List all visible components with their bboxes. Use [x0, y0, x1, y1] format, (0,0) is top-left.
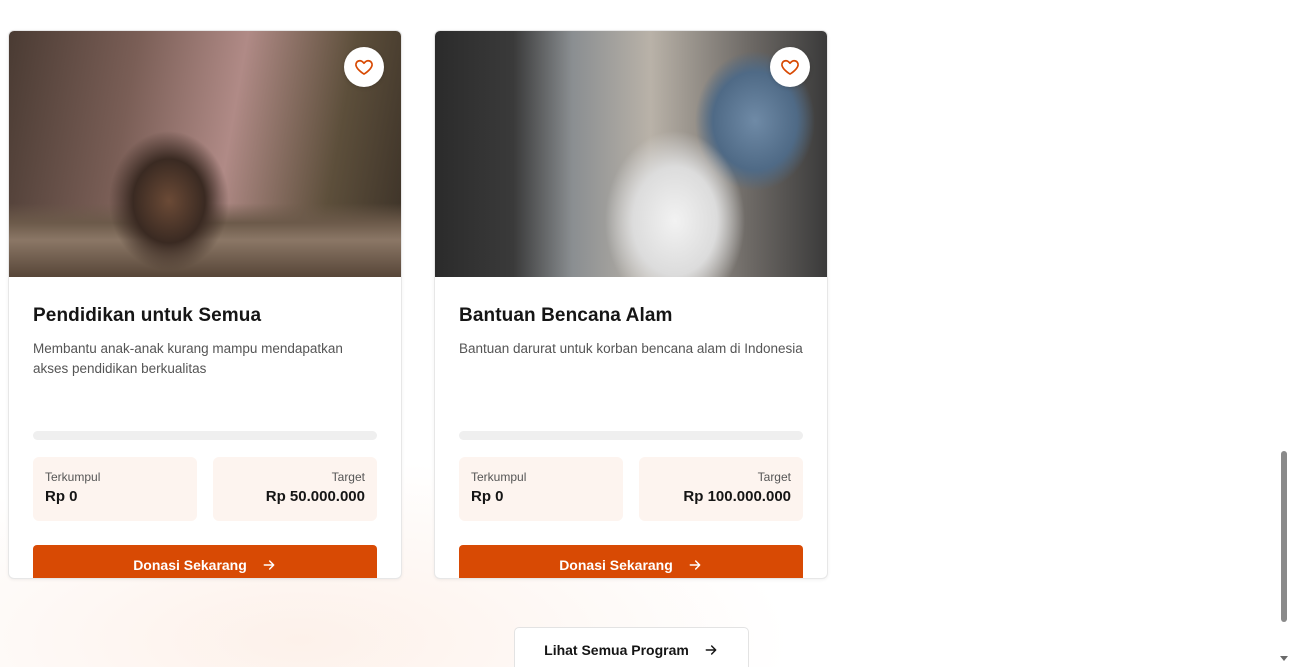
target-label: Target	[757, 470, 791, 484]
view-all-label: Lihat Semua Program	[544, 642, 689, 658]
favorite-button[interactable]	[344, 47, 384, 87]
target-box: Target Rp 50.000.000	[213, 457, 377, 521]
collected-label: Terkumpul	[471, 470, 527, 484]
collected-value: Rp 0	[45, 488, 78, 505]
heart-icon	[781, 59, 799, 75]
program-card: Bantuan Bencana Alam Bantuan darurat unt…	[434, 30, 828, 579]
program-card: Pendidikan untuk Semua Membantu anak-ana…	[8, 30, 402, 579]
program-image	[435, 31, 827, 277]
scrollbar-thumb[interactable]	[1281, 451, 1287, 622]
donate-button[interactable]: Donasi Sekarang	[459, 545, 803, 578]
collected-value: Rp 0	[471, 488, 504, 505]
volunteers-photo	[435, 31, 827, 277]
target-box: Target Rp 100.000.000	[639, 457, 803, 521]
target-label: Target	[331, 470, 365, 484]
arrow-right-icon	[705, 645, 717, 655]
target-value: Rp 100.000.000	[683, 488, 791, 505]
collected-box: Terkumpul Rp 0	[459, 457, 623, 521]
progress-bar	[459, 431, 803, 440]
donate-button-label: Donasi Sekarang	[559, 557, 673, 573]
progress-bar	[33, 431, 377, 440]
vertical-scrollbar[interactable]	[1277, 0, 1291, 667]
program-image	[9, 31, 401, 277]
target-value: Rp 50.000.000	[265, 488, 365, 505]
program-description: Membantu anak-anak kurang mampu mendapat…	[33, 341, 343, 376]
arrow-right-icon	[263, 560, 275, 570]
favorite-button[interactable]	[770, 47, 810, 87]
program-title: Pendidikan untuk Semua	[33, 305, 262, 326]
program-title: Bantuan Bencana Alam	[459, 305, 673, 326]
child-photo	[9, 31, 401, 277]
collected-label: Terkumpul	[45, 470, 101, 484]
scroll-down-arrow-icon[interactable]	[1280, 656, 1288, 661]
program-description: Bantuan darurat untuk korban bencana ala…	[459, 341, 803, 356]
arrow-right-icon	[689, 560, 701, 570]
donate-button-label: Donasi Sekarang	[133, 557, 247, 573]
donate-button[interactable]: Donasi Sekarang	[33, 545, 377, 578]
collected-box: Terkumpul Rp 0	[33, 457, 197, 521]
heart-icon	[355, 59, 373, 75]
view-all-programs-button[interactable]: Lihat Semua Program	[514, 627, 749, 667]
